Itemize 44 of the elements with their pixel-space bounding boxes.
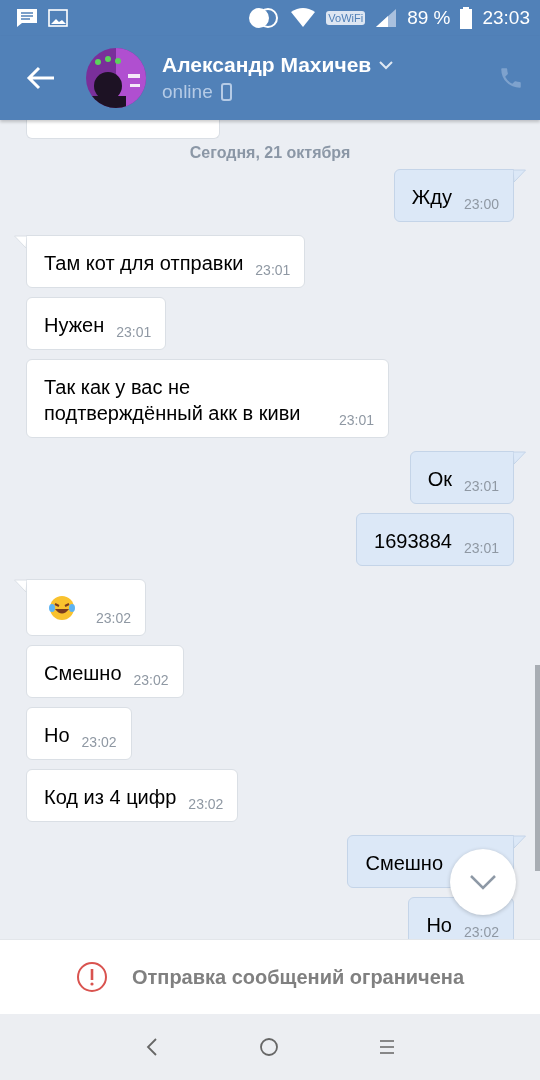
message-time: 23:00 bbox=[463, 196, 499, 212]
chevron-down-icon[interactable] bbox=[379, 60, 394, 70]
message-text: Код из 4 цифр bbox=[44, 785, 177, 810]
back-arrow-icon[interactable] bbox=[26, 66, 56, 90]
message-text: Ок bbox=[427, 467, 452, 492]
nav-menu-button[interactable] bbox=[379, 1039, 395, 1055]
signal-icon bbox=[375, 8, 398, 28]
nav-back-button[interactable] bbox=[145, 1037, 159, 1057]
message-text: Там кот для отправки bbox=[44, 251, 244, 276]
message-time: 23:02 bbox=[133, 672, 169, 688]
message-text: Но bbox=[426, 913, 452, 938]
battery-percent: 89 % bbox=[407, 7, 451, 29]
restriction-notice: Отправка сообщений ограничена bbox=[131, 965, 465, 989]
image-notification-icon bbox=[48, 9, 68, 27]
message-time: 23:01 bbox=[116, 324, 152, 340]
toggle-circles-icon bbox=[248, 7, 281, 29]
message-time: 23:02 bbox=[81, 734, 117, 750]
message-notification-icon bbox=[16, 8, 38, 28]
message-time: 23:01 bbox=[463, 540, 499, 556]
chevron-down-icon bbox=[469, 874, 497, 890]
message-time: 23:02 bbox=[96, 610, 132, 626]
message-text: Но bbox=[44, 723, 70, 748]
vowifi-label: VoWiFi bbox=[326, 11, 366, 25]
message-text: Смешно bbox=[365, 851, 443, 876]
message-time: 23:01 bbox=[463, 478, 499, 494]
message-text: 1693884 bbox=[374, 529, 452, 554]
wifi-icon bbox=[290, 8, 317, 28]
message-text: Так как у вас не подтверждённый акк в киви bbox=[44, 375, 302, 426]
online-status: online bbox=[162, 81, 213, 103]
message-text: Смешно bbox=[44, 661, 122, 686]
message-time: 23:01 bbox=[338, 412, 374, 428]
message-time: 23:01 bbox=[255, 262, 291, 278]
message-text: Нужен bbox=[44, 313, 105, 338]
contact-name[interactable]: Александр Махичев bbox=[162, 53, 372, 77]
clock-time: 23:03 bbox=[482, 7, 530, 29]
nav-home-button[interactable] bbox=[259, 1037, 279, 1057]
date-divider: Сегодня, 21 октября bbox=[189, 144, 351, 162]
message-text: Жду bbox=[411, 185, 452, 210]
laughing-emoji-icon bbox=[48, 594, 76, 622]
warning-icon bbox=[75, 961, 108, 993]
battery-icon bbox=[460, 7, 473, 29]
message-time: 23:02 bbox=[188, 796, 224, 812]
message-time: 23:02 bbox=[463, 924, 499, 939]
phone-device-icon bbox=[220, 83, 232, 101]
